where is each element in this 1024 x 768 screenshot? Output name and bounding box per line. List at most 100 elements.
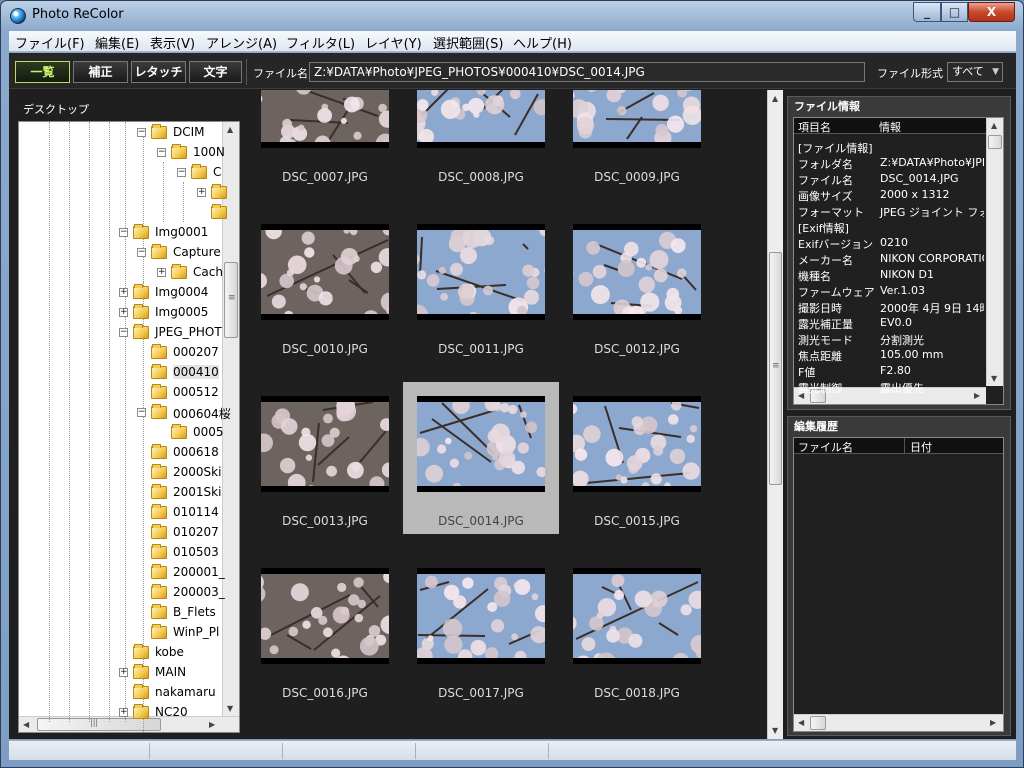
- expand-icon[interactable]: +: [119, 308, 128, 317]
- file-info-row[interactable]: フォルダ名 Z:¥DATA¥Photo¥JPE: [798, 156, 984, 172]
- tree-horizontal-scrollbar[interactable]: ◀ ||| ▶: [19, 716, 239, 732]
- photo-thumbnail[interactable]: [261, 224, 389, 320]
- file-info-row[interactable]: フォーマット JPEG ジョイント フォトグラ: [798, 204, 984, 220]
- minimize-button[interactable]: _: [913, 2, 941, 22]
- expand-icon[interactable]: +: [157, 268, 166, 277]
- scroll-up-arrow-icon[interactable]: ▲: [772, 94, 778, 103]
- menu-view[interactable]: 表示(V): [150, 33, 195, 52]
- file-info-row[interactable]: 測光モード 分割測光: [798, 332, 984, 348]
- file-info-row[interactable]: メーカー名 NIKON CORPORATIO: [798, 252, 984, 268]
- menu-filter[interactable]: フィルタ(L): [286, 33, 355, 52]
- file-info-row[interactable]: 露光補正量 EV0.0: [798, 316, 984, 332]
- scroll-left-arrow-icon[interactable]: ◀: [23, 720, 29, 729]
- photo-thumbnail[interactable]: [261, 396, 389, 492]
- thumbnail-filename[interactable]: DSC_0011.JPG: [403, 342, 559, 356]
- scroll-left-arrow-icon[interactable]: ◀: [798, 718, 804, 727]
- grid-vertical-scrollbar[interactable]: ▲ ≡ ▼: [767, 90, 783, 739]
- thumbnail-filename[interactable]: DSC_0016.JPG: [247, 686, 403, 700]
- tree-guide-line: [125, 122, 126, 722]
- photo-thumbnail[interactable]: [573, 90, 701, 148]
- menu-layer[interactable]: レイヤ(Y): [365, 33, 422, 52]
- thumbnail-filename[interactable]: DSC_0017.JPG: [403, 686, 559, 700]
- thumbnail-filename[interactable]: DSC_0008.JPG: [403, 170, 559, 184]
- collapse-icon[interactable]: −: [177, 168, 186, 177]
- scroll-down-arrow-icon[interactable]: ▼: [772, 726, 778, 735]
- thumbnail-filename[interactable]: DSC_0014.JPG: [403, 514, 559, 528]
- file-info-list[interactable]: 項目名 情報 ▲ ▼ ◀ ▶ [ファイル情報] フォルダ名 Z:¥DATA¥Phot…: [793, 117, 1004, 405]
- photo-thumbnail[interactable]: [573, 224, 701, 320]
- column-divider[interactable]: [904, 438, 905, 454]
- history-hscroll-thumb[interactable]: [810, 716, 826, 730]
- menu-edit[interactable]: 編集(E): [95, 33, 139, 52]
- file-info-row[interactable]: [Exif情報]: [798, 220, 984, 236]
- file-info-row[interactable]: [ファイル情報]: [798, 140, 984, 156]
- photo-thumbnail[interactable]: [417, 224, 545, 320]
- mode-list-button[interactable]: 一覧: [15, 61, 70, 83]
- thumbnail-filename[interactable]: DSC_0012.JPG: [559, 342, 715, 356]
- scroll-down-arrow-icon[interactable]: ▼: [991, 374, 997, 383]
- collapse-icon[interactable]: −: [137, 128, 146, 137]
- maximize-button[interactable]: □: [941, 2, 968, 22]
- expand-icon[interactable]: +: [197, 188, 206, 197]
- file-format-label: ファイル形式: [877, 67, 943, 80]
- photo-thumbnail[interactable]: [417, 396, 545, 492]
- file-info-row[interactable]: 露光制御 露出優先: [798, 380, 984, 396]
- photo-thumbnail[interactable]: [417, 90, 545, 148]
- collapse-icon[interactable]: −: [119, 328, 128, 337]
- expand-icon[interactable]: +: [119, 288, 128, 297]
- column-date[interactable]: 日付: [910, 439, 932, 455]
- column-item-name[interactable]: 項目名: [798, 119, 831, 135]
- thumbnail-filename[interactable]: DSC_0010.JPG: [247, 342, 403, 356]
- mode-retouch-button[interactable]: レタッチ: [131, 61, 186, 83]
- photo-thumbnail[interactable]: [261, 90, 389, 148]
- thumbnail-filename[interactable]: DSC_0018.JPG: [559, 686, 715, 700]
- thumbnail-filename[interactable]: DSC_0013.JPG: [247, 514, 403, 528]
- info-vertical-scrollbar[interactable]: ▲ ▼: [986, 118, 1003, 386]
- file-info-row[interactable]: F値 F2.80: [798, 364, 984, 380]
- close-button[interactable]: X: [968, 2, 1015, 22]
- history-horizontal-scrollbar[interactable]: ◀ ▶: [794, 714, 1003, 731]
- menu-help[interactable]: ヘルプ(H): [513, 33, 572, 52]
- file-info-row[interactable]: Exifバージョン 0210: [798, 236, 984, 252]
- photo-thumbnail[interactable]: [417, 568, 545, 664]
- tree-scroll-thumb[interactable]: ≡: [224, 262, 238, 338]
- mode-text-button[interactable]: 文字: [189, 61, 242, 83]
- expand-icon[interactable]: +: [119, 668, 128, 677]
- edit-history-list[interactable]: ファイル名 日付 ◀ ▶: [793, 437, 1004, 732]
- thumbnail-filename[interactable]: DSC_0015.JPG: [559, 514, 715, 528]
- scroll-right-arrow-icon[interactable]: ▶: [209, 720, 215, 729]
- column-info[interactable]: 情報: [879, 119, 901, 135]
- file-info-row[interactable]: ファームウェア Ver.1.03: [798, 284, 984, 300]
- scroll-up-arrow-icon[interactable]: ▲: [991, 121, 997, 130]
- menu-selection[interactable]: 選択範囲(S): [433, 33, 503, 52]
- scroll-up-arrow-icon[interactable]: ▲: [227, 125, 233, 134]
- thumbnail-filename[interactable]: DSC_0007.JPG: [247, 170, 403, 184]
- folder-tree[interactable]: ▲ ≡ ▼ ◀ ||| ▶ − DCIM −100N − C + − Img0001− Capt…: [18, 121, 240, 733]
- collapse-icon[interactable]: −: [137, 408, 146, 417]
- title-bar[interactable]: Photo ReColor _ □ X: [1, 1, 1023, 31]
- file-info-row[interactable]: 機種名 NIKON D1: [798, 268, 984, 284]
- scroll-down-arrow-icon[interactable]: ▼: [227, 704, 233, 713]
- menu-arrange[interactable]: アレンジ(A): [206, 33, 277, 52]
- collapse-icon[interactable]: −: [157, 148, 166, 157]
- photo-thumbnail[interactable]: [573, 568, 701, 664]
- column-file-name[interactable]: ファイル名: [798, 439, 853, 455]
- collapse-icon[interactable]: −: [137, 248, 146, 257]
- thumbnail-grid[interactable]: DSC_0007.JPG DSC_0008.JPG DSC_0009.JPG DSC_…: [247, 90, 763, 739]
- photo-thumbnail[interactable]: [573, 396, 701, 492]
- menu-file[interactable]: ファイル(F): [15, 33, 85, 52]
- mode-correct-button[interactable]: 補正: [73, 61, 128, 83]
- grid-scroll-thumb[interactable]: ≡: [769, 252, 782, 485]
- file-info-row[interactable]: ファイル名 DSC_0014.JPG: [798, 172, 984, 188]
- scroll-right-arrow-icon[interactable]: ▶: [990, 718, 996, 727]
- file-path-field[interactable]: Z:¥DATA¥Photo¥JPEG_PHOTOS¥000410¥DSC_001…: [309, 62, 865, 82]
- file-info-row[interactable]: 焦点距離 105.00 mm: [798, 348, 984, 364]
- thumbnail-filename[interactable]: DSC_0009.JPG: [559, 170, 715, 184]
- file-info-row[interactable]: 画像サイズ 2000 x 1312: [798, 188, 984, 204]
- file-format-select[interactable]: すべて ▼: [947, 62, 1003, 82]
- collapse-icon[interactable]: −: [119, 228, 128, 237]
- expand-icon[interactable]: +: [119, 708, 128, 717]
- photo-thumbnail[interactable]: [261, 568, 389, 664]
- info-scroll-thumb[interactable]: [988, 135, 1002, 149]
- file-info-row[interactable]: 撮影日時 2000年 4月 9日 14時: [798, 300, 984, 316]
